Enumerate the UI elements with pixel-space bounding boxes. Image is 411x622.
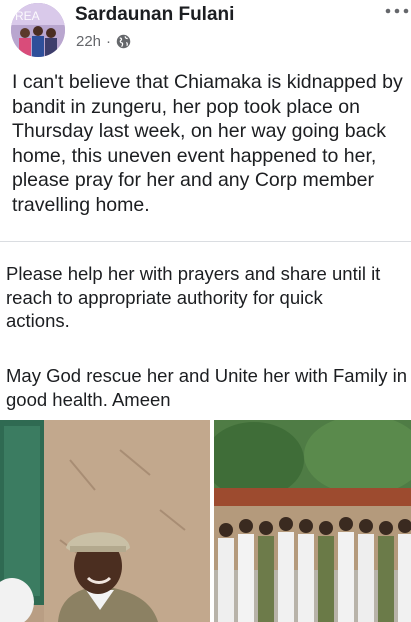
post-paragraph-3: May God rescue her and Unite her with Fa… xyxy=(6,365,408,410)
post-paragraph-1: I can't believe that Chiamaka is kidnapp… xyxy=(12,71,403,216)
post-time[interactable]: 22h xyxy=(76,33,101,50)
avatar[interactable]: REA xyxy=(11,3,65,57)
paragraph-2-line: actions. xyxy=(6,310,70,331)
more-options-icon[interactable] xyxy=(385,4,409,18)
divider xyxy=(0,241,411,242)
meta-separator: · xyxy=(106,33,112,50)
post-paragraph-2: Please help her with prayers and share u… xyxy=(6,262,411,333)
paragraph-2-line: Please help her with prayers and share u… xyxy=(6,263,381,284)
portrait-photo[interactable] xyxy=(0,420,210,622)
post-header: REA Sardaunan Fulani 22h · xyxy=(0,0,411,62)
photo-grid xyxy=(0,420,411,622)
avatar-caption: REA xyxy=(15,9,40,23)
post-meta: 22h · xyxy=(76,33,131,50)
group-photo[interactable] xyxy=(214,420,411,622)
paragraph-2-line: reach to appropriate authority for quick xyxy=(6,286,323,308)
author-name[interactable]: Sardaunan Fulani xyxy=(75,4,234,26)
globe-icon xyxy=(116,34,131,49)
